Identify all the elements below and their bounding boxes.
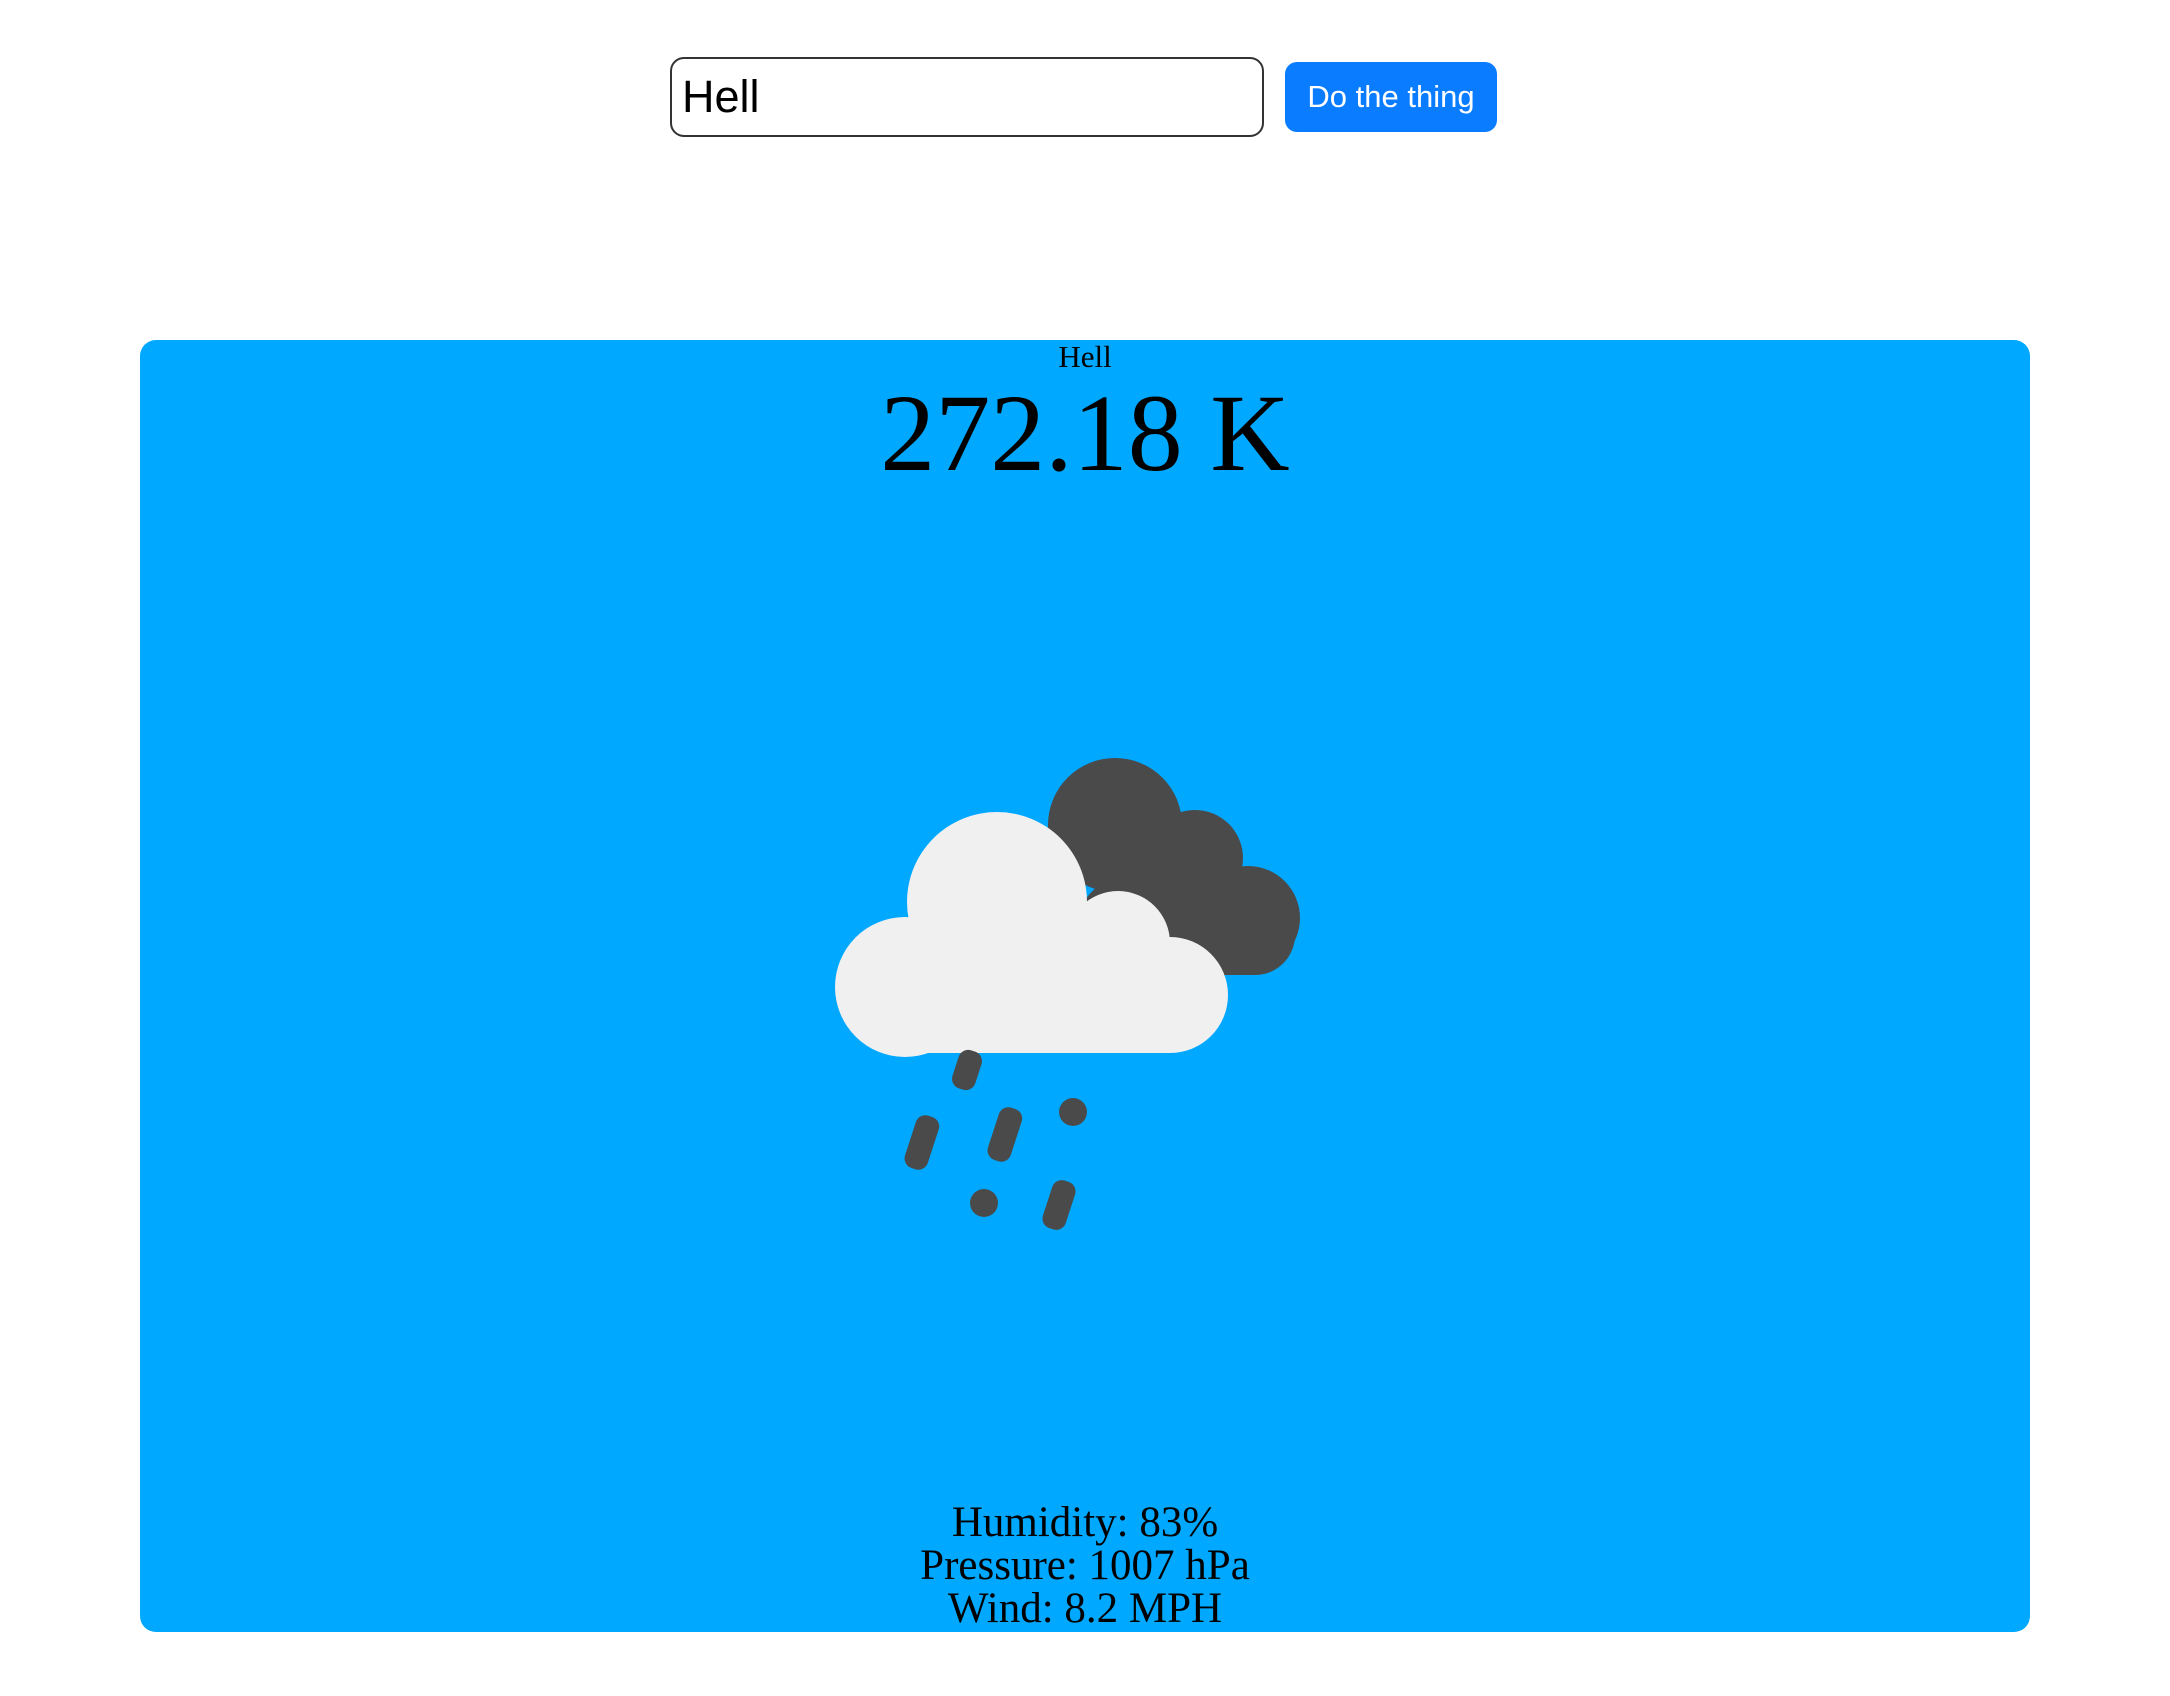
do-the-thing-button[interactable]: Do the thing: [1285, 62, 1497, 132]
pressure-text: Pressure: 1007 hPa: [920, 1542, 1250, 1589]
city-search-input[interactable]: [670, 57, 1264, 137]
humidity-text: Humidity: 83%: [951, 1499, 1219, 1546]
rain-drops: [904, 1049, 1087, 1230]
weather-card: Hell 272.18 K Humidity: 83% Pressure: 10…: [140, 340, 2030, 1632]
rain-cloud-icon: [835, 758, 1300, 1230]
weather-stats: Humidity: 83% Pressure: 1007 hPa Wind: 8…: [140, 1501, 2030, 1630]
wind-text: Wind: 8.2 MPH: [947, 1585, 1223, 1632]
temperature-value: 272.18 K: [880, 372, 1290, 494]
search-toolbar: Do the thing: [670, 57, 1497, 137]
